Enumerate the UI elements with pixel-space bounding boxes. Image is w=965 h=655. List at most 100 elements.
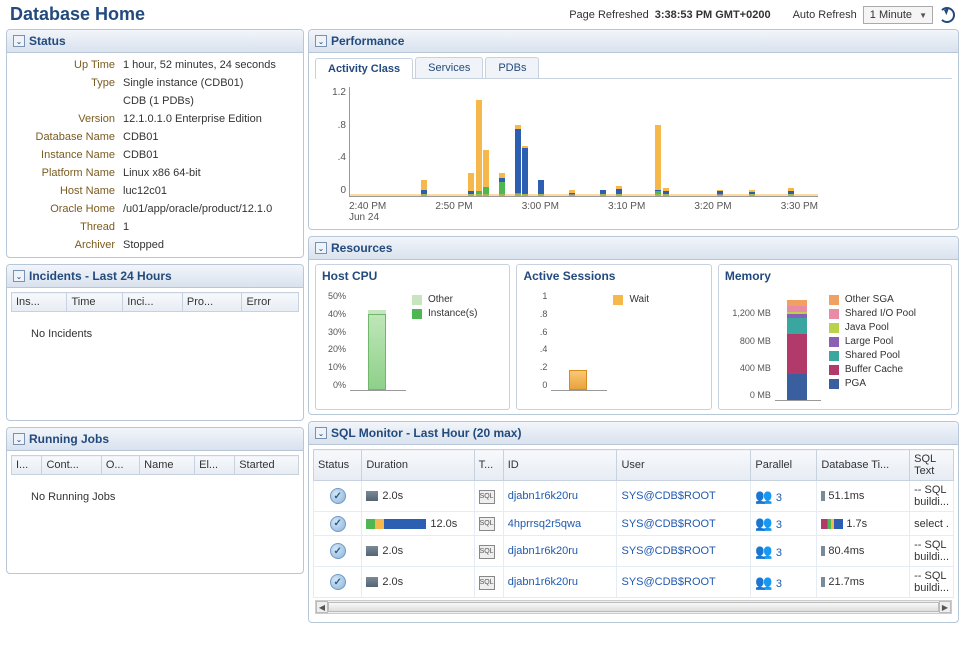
sql-user-link[interactable]: SYS@CDB$ROOT — [621, 576, 715, 588]
sql-monitor-panel: ⌄ SQL Monitor - Last Hour (20 max) Statu… — [308, 421, 959, 623]
column-header[interactable]: Database Ti... — [817, 450, 910, 481]
parallel-icon: 👥 — [755, 543, 772, 559]
header-toolbar: Page Refreshed 3:38:53 PM GMT+0200 Auto … — [569, 6, 955, 24]
incidents-table: Ins...TimeInci...Pro...Error — [11, 292, 299, 312]
column-header[interactable]: Error — [242, 293, 299, 312]
collapse-icon[interactable]: ⌄ — [315, 427, 327, 439]
sql-user-link[interactable]: SYS@CDB$ROOT — [621, 545, 715, 557]
active-sessions-chart: 1.8.6.4.20 — [551, 291, 607, 391]
resources-panel: ⌄ Resources Host CPU 50%40%30%20%10%0% O… — [308, 236, 959, 415]
status-key: Instance Name — [15, 149, 115, 161]
parallel-icon: 👥 — [755, 515, 772, 531]
performance-panel: ⌄ Performance Activity ClassServicesPDBs… — [308, 29, 959, 230]
collapse-icon[interactable]: ⌄ — [315, 242, 327, 254]
column-header[interactable]: Status — [314, 450, 362, 481]
scroll-left-icon[interactable]: ◀ — [316, 601, 328, 613]
status-key: Database Name — [15, 131, 115, 143]
status-key: Thread — [15, 221, 115, 233]
table-row[interactable]: 2.0sSQLdjabn1r6k20ruSYS@CDB$ROOT👥 351.1m… — [314, 481, 954, 512]
collapse-icon[interactable]: ⌄ — [13, 433, 25, 445]
status-key: Version — [15, 113, 115, 125]
tab-services[interactable]: Services — [415, 57, 483, 78]
column-header[interactable]: Time — [67, 293, 123, 312]
collapse-icon[interactable]: ⌄ — [13, 270, 25, 282]
parallel-icon: 👥 — [755, 574, 772, 590]
table-row[interactable]: 12.0sSQL4hprrsq2r5qwaSYS@CDB$ROOT👥 31.7s… — [314, 512, 954, 536]
status-ok-icon — [330, 516, 346, 532]
page-header: Database Home Page Refreshed 3:38:53 PM … — [0, 0, 965, 29]
status-value: CDB01 — [123, 131, 295, 143]
status-key: Archiver — [15, 239, 115, 251]
sql-monitor-table: StatusDurationT...IDUserParallelDatabase… — [313, 449, 954, 598]
column-header[interactable]: Duration — [362, 450, 474, 481]
tab-pdbs[interactable]: PDBs — [485, 57, 539, 78]
column-header[interactable]: Name — [140, 456, 195, 475]
collapse-icon[interactable]: ⌄ — [13, 35, 25, 47]
status-value: 12.1.0.1.0 Enterprise Edition — [123, 113, 295, 125]
sql-user-link[interactable]: SYS@CDB$ROOT — [621, 518, 715, 530]
column-header[interactable]: ID — [503, 450, 617, 481]
status-value: Single instance (CDB01) — [123, 77, 295, 89]
host-cpu-title: Host CPU — [316, 265, 509, 287]
column-header[interactable]: O... — [101, 456, 139, 475]
tab-activity-class[interactable]: Activity Class — [315, 58, 413, 79]
horizontal-scrollbar[interactable]: ◀ ▶ — [315, 600, 952, 614]
page-title: Database Home — [10, 4, 145, 25]
status-value: Stopped — [123, 239, 295, 251]
running-jobs-title: Running Jobs — [29, 432, 109, 446]
host-cpu-box: Host CPU 50%40%30%20%10%0% OtherInstance… — [315, 264, 510, 410]
memory-title: Memory — [719, 265, 951, 287]
column-header[interactable]: Inci... — [123, 293, 183, 312]
auto-refresh-select[interactable]: 1 Minute — [863, 6, 933, 24]
scroll-right-icon[interactable]: ▶ — [939, 601, 951, 613]
resources-title: Resources — [331, 241, 392, 255]
status-ok-icon — [330, 543, 346, 559]
collapse-icon[interactable]: ⌄ — [315, 35, 327, 47]
performance-chart: 1.2.8.40 — [349, 87, 818, 197]
status-key: Platform Name — [15, 167, 115, 179]
running-jobs-table: I...Cont...O...NameEl...Started — [11, 455, 299, 475]
status-value: Linux x86 64-bit — [123, 167, 295, 179]
status-ok-icon — [330, 574, 346, 590]
status-key: Host Name — [15, 185, 115, 197]
sql-id-link[interactable]: djabn1r6k20ru — [508, 576, 578, 588]
table-row[interactable]: 2.0sSQLdjabn1r6k20ruSYS@CDB$ROOT👥 321.7m… — [314, 567, 954, 598]
status-key: Up Time — [15, 59, 115, 71]
column-header[interactable]: I... — [12, 456, 42, 475]
page-refreshed-label: Page Refreshed — [569, 9, 649, 21]
sql-id-link[interactable]: djabn1r6k20ru — [508, 490, 578, 502]
column-header[interactable]: Cont... — [42, 456, 101, 475]
status-value: /u01/app/oracle/product/12.1.0 — [123, 203, 295, 215]
parallel-icon: 👥 — [755, 488, 772, 504]
sql-id-link[interactable]: 4hprrsq2r5qwa — [508, 518, 581, 530]
table-row[interactable]: 2.0sSQLdjabn1r6k20ruSYS@CDB$ROOT👥 380.4m… — [314, 536, 954, 567]
status-panel: ⌄ Status Up Time1 hour, 52 minutes, 24 s… — [6, 29, 304, 258]
host-cpu-chart: 50%40%30%20%10%0% — [350, 291, 406, 391]
column-header[interactable]: SQL Text — [910, 450, 954, 481]
sql-type-icon: SQL — [479, 490, 495, 504]
status-value: CDB (1 PDBs) — [123, 95, 295, 107]
scrollbar-thumb[interactable] — [328, 602, 939, 612]
column-header[interactable]: El... — [195, 456, 235, 475]
column-header[interactable]: User — [617, 450, 751, 481]
sql-monitor-title: SQL Monitor - Last Hour (20 max) — [331, 426, 521, 440]
memory-chart: 1,200 MB800 MB400 MB0 MB — [775, 291, 821, 401]
incidents-empty: No Incidents — [11, 312, 299, 356]
sql-type-icon: SQL — [479, 576, 495, 590]
running-jobs-panel: ⌄ Running Jobs I...Cont...O...NameEl...S… — [6, 427, 304, 574]
status-value: luc12c01 — [123, 185, 295, 197]
sql-type-icon: SQL — [479, 517, 495, 531]
performance-title: Performance — [331, 34, 404, 48]
sql-type-icon: SQL — [479, 545, 495, 559]
incidents-panel: ⌄ Incidents - Last 24 Hours Ins...TimeIn… — [6, 264, 304, 421]
column-header[interactable]: Ins... — [12, 293, 67, 312]
status-key — [15, 95, 115, 107]
column-header[interactable]: Parallel — [751, 450, 817, 481]
sql-user-link[interactable]: SYS@CDB$ROOT — [621, 490, 715, 502]
column-header[interactable]: T... — [474, 450, 503, 481]
active-sessions-box: Active Sessions 1.8.6.4.20 Wait — [516, 264, 711, 410]
column-header[interactable]: Pro... — [182, 293, 242, 312]
sql-id-link[interactable]: djabn1r6k20ru — [508, 545, 578, 557]
column-header[interactable]: Started — [235, 456, 299, 475]
refresh-icon[interactable] — [939, 7, 955, 23]
